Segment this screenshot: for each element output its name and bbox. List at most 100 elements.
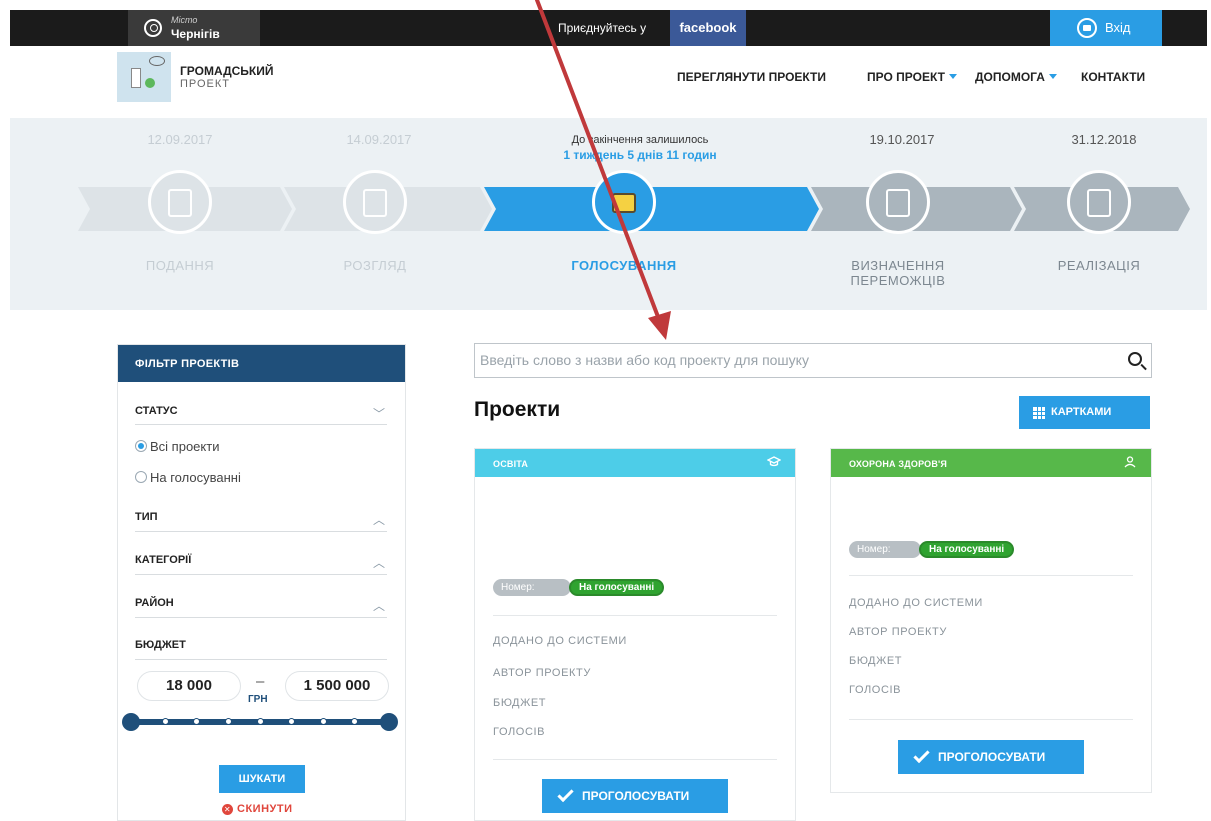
nav-about[interactable]: ПРО ПРОЕКТ xyxy=(867,70,957,84)
chevron-down-icon xyxy=(1048,74,1057,79)
phase-date: 14.09.2017 xyxy=(346,132,412,147)
health-icon xyxy=(1124,456,1136,468)
phase-name: РОЗГЛЯД xyxy=(343,258,407,273)
facebook-join-text: Приєднуйтесь у xyxy=(558,21,647,35)
divider xyxy=(135,531,387,532)
card-category: ОХОРОНА ЗДОРОВ'Я xyxy=(849,459,948,469)
search-input[interactable] xyxy=(480,352,1100,368)
divider xyxy=(135,659,387,660)
slider-tick xyxy=(225,718,232,725)
status-label: СТАТУС xyxy=(135,405,178,417)
vote-label: ПРОГОЛОСУВАТИ xyxy=(938,750,1046,764)
budget-label: БЮДЖЕТ xyxy=(849,655,903,667)
login-button[interactable]: Вхід xyxy=(1050,10,1162,46)
logo-computer-icon xyxy=(131,68,141,88)
card-view-label: КАРТКАМИ xyxy=(1051,406,1112,418)
categories-label: КАТЕГОРІЇ xyxy=(135,554,192,566)
budget-label: БЮДЖЕТ xyxy=(493,697,547,709)
filter-search-button[interactable]: ШУКАТИ xyxy=(219,765,305,793)
nav-view-projects[interactable]: ПЕРЕГЛЯНУТИ ПРОЕКТИ xyxy=(677,70,826,84)
status-badge: На голосуванні xyxy=(919,541,1015,558)
radio-on-voting[interactable]: На голосуванні xyxy=(135,470,241,485)
vote-label: ПРОГОЛОСУВАТИ xyxy=(582,789,690,803)
status-badge: На голосуванні xyxy=(569,579,665,596)
budget-min-input[interactable]: 18 000 xyxy=(137,671,241,701)
close-icon: ✕ xyxy=(222,804,233,815)
login-label: Вхід xyxy=(1105,20,1131,35)
divider xyxy=(135,424,387,425)
phase-name-line: ВИЗНАЧЕННЯ xyxy=(851,258,945,273)
phase-name: РЕАЛІЗАЦІЯ xyxy=(1057,258,1141,273)
vote-button[interactable]: ПРОГОЛОСУВАТИ xyxy=(898,740,1084,774)
city-name: Чернігів xyxy=(171,27,220,41)
project-card[interactable]: ОХОРОНА ЗДОРОВ'Я Номер: На голосуванні Д… xyxy=(830,448,1152,793)
nav-help[interactable]: ДОПОМОГА xyxy=(975,70,1057,84)
slider-tick xyxy=(288,718,295,725)
phase-name: ВИЗНАЧЕННЯ ПЕРЕМОЖЦІВ xyxy=(818,258,978,288)
grid-icon xyxy=(1033,407,1045,419)
author-label: АВТОР ПРОЕКТУ xyxy=(849,626,947,638)
city-caption: Місто xyxy=(171,15,198,25)
phase-date: 19.10.2017 xyxy=(869,132,935,147)
categories-dropdown[interactable]: КАТЕГОРІЇ ︿ xyxy=(135,554,387,570)
budget-max-input[interactable]: 1 500 000 xyxy=(285,671,389,701)
voting-countdown: До закінчення залишилось 1 тиждень 5 дні… xyxy=(530,134,750,162)
phase-name: ПОДАННЯ xyxy=(145,258,215,273)
radio-label: Всі проекти xyxy=(150,439,220,454)
location-pin-icon xyxy=(144,19,162,37)
countdown-caption: До закінчення залишилось xyxy=(571,134,709,146)
project-search xyxy=(474,343,1152,378)
divider xyxy=(493,615,777,616)
search-icon[interactable] xyxy=(1128,352,1142,366)
radio-all-projects[interactable]: Всі проекти xyxy=(135,439,219,454)
vote-button[interactable]: ПРОГОЛОСУВАТИ xyxy=(542,779,728,813)
chevron-up-icon: ︿ xyxy=(372,513,385,527)
logo-plant-icon xyxy=(145,78,155,88)
facebook-button[interactable]: facebook xyxy=(670,10,746,46)
author-label: АВТОР ПРОЕКТУ xyxy=(493,667,591,679)
brand-name[interactable]: ГРОМАДСЬКИЙ xyxy=(180,64,274,78)
filter-title: ФІЛЬТР ПРОЕКТІВ xyxy=(118,345,405,382)
budget-range-dash: – xyxy=(256,673,265,690)
submission-phase-icon xyxy=(148,170,212,234)
nav-help-label: ДОПОМОГА xyxy=(975,70,1045,84)
implementation-phase-icon xyxy=(1067,170,1131,234)
radio-checked-icon xyxy=(135,440,147,452)
district-label: РАЙОН xyxy=(135,597,174,609)
nav-about-label: ПРО ПРОЕКТ xyxy=(867,70,945,84)
filter-reset-button[interactable]: ✕ СКИНУТИ xyxy=(222,803,292,815)
chevron-down-icon xyxy=(948,74,957,79)
nav-contacts[interactable]: КОНТАКТИ xyxy=(1081,70,1145,84)
graduation-cap-icon xyxy=(767,456,781,467)
type-dropdown[interactable]: ТИП ︿ xyxy=(135,511,387,527)
countdown-value: 1 тиждень 5 днів 11 годин xyxy=(563,148,717,162)
status-dropdown[interactable]: СТАТУС ﹀ xyxy=(135,405,387,421)
card-category: ОСВІТА xyxy=(493,459,529,469)
checkmark-icon xyxy=(557,785,574,803)
city-selector[interactable]: Місто Чернігів xyxy=(128,10,260,46)
card-category-header: ОХОРОНА ЗДОРОВ'Я xyxy=(831,449,1151,477)
divider xyxy=(493,759,777,760)
district-dropdown[interactable]: РАЙОН ︿ xyxy=(135,597,387,613)
card-view-toggle[interactable]: КАРТКАМИ xyxy=(1019,396,1150,429)
voting-phase-icon xyxy=(592,170,656,234)
logo-bubble-icon xyxy=(149,56,165,66)
chevron-up-icon: ︿ xyxy=(372,599,385,613)
budget-slider-min-handle[interactable] xyxy=(122,713,140,731)
slider-tick xyxy=(162,718,169,725)
chevron-up-icon: ︿ xyxy=(372,556,385,570)
review-phase-icon xyxy=(343,170,407,234)
slider-tick xyxy=(351,718,358,725)
divider xyxy=(849,575,1133,576)
login-icon xyxy=(1077,18,1097,38)
budget-slider-max-handle[interactable] xyxy=(380,713,398,731)
type-label: ТИП xyxy=(135,511,158,523)
page-title: Проекти xyxy=(474,398,561,421)
brand-subname: ПРОЕКТ xyxy=(180,78,231,90)
phase-date: 31.12.2018 xyxy=(1071,132,1137,147)
project-card[interactable]: ОСВІТА Номер: На голосуванні ДОДАНО ДО С… xyxy=(474,448,796,821)
card-category-header: ОСВІТА xyxy=(475,449,795,477)
site-logo[interactable] xyxy=(117,52,171,102)
currency-label: ГРН xyxy=(248,694,268,705)
phase-name-line: ПЕРЕМОЖЦІВ xyxy=(850,273,946,288)
